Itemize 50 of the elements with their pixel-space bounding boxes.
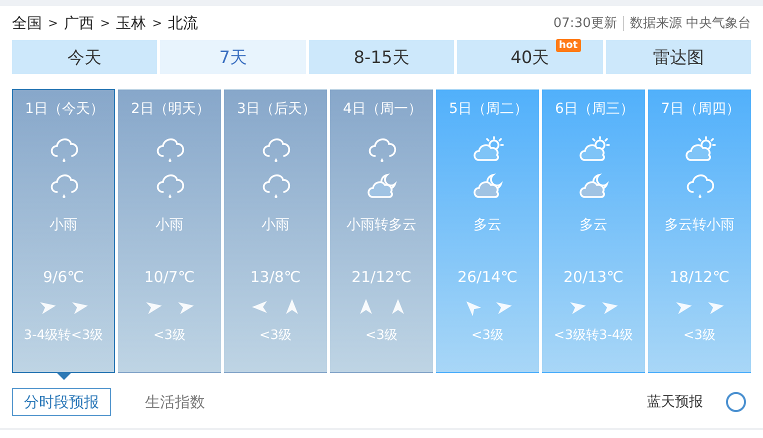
circle-icon[interactable] <box>725 391 747 413</box>
forecast-tab[interactable]: 7天 <box>160 40 306 74</box>
breadcrumb-separator: > <box>152 16 162 30</box>
breadcrumb-separator: > <box>48 16 58 30</box>
temperature: 10/7℃ <box>144 268 195 286</box>
breadcrumb-link[interactable]: 全国 <box>12 14 42 32</box>
data-source: 数据来源 中央气象台 <box>630 15 751 32</box>
breadcrumb-link[interactable]: 北流 <box>168 14 198 32</box>
day-card[interactable]: 4日（周一） 小雨转多云 21/12℃ <3级 <box>330 89 433 373</box>
update-time: 07:30更新 <box>553 15 617 32</box>
day-date: 1日（今天） <box>25 100 104 118</box>
wind-level: <3级 <box>153 327 186 344</box>
breadcrumb-link[interactable]: 玉林 <box>116 14 146 32</box>
wind-level: <3级 <box>683 327 716 344</box>
day-card[interactable]: 2日（明天） 小雨 10/7℃ <3级 <box>118 89 221 373</box>
temperature: 18/12℃ <box>669 268 730 286</box>
temperature: 21/12℃ <box>351 268 412 286</box>
weather-text: 小雨转多云 <box>346 216 416 234</box>
temperature: 20/13℃ <box>563 268 624 286</box>
forecast-tab[interactable]: 今天 <box>12 40 158 74</box>
breadcrumb-link[interactable]: 广西 <box>64 14 94 32</box>
selection-pointer <box>56 372 72 380</box>
day-date: 4日（周一） <box>343 100 422 118</box>
forecast-tab[interactable]: 40天 hot <box>457 40 603 74</box>
day-date: 6日（周三） <box>555 100 634 118</box>
temperature: 9/6℃ <box>43 268 84 286</box>
wind-level: <3级 <box>365 327 398 344</box>
weather-text: 小雨 <box>50 216 78 234</box>
section-tab[interactable]: 分时段预报 <box>12 388 111 416</box>
weather-text: 多云 <box>580 216 608 234</box>
weather-text: 多云 <box>474 216 502 234</box>
forecast-tab[interactable]: 8-15天 <box>308 40 454 74</box>
wind-level: 3-4级转<3级 <box>24 327 104 344</box>
weather-text: 小雨 <box>156 216 184 234</box>
temperature: 26/14℃ <box>457 268 518 286</box>
breadcrumb-separator: > <box>100 16 110 30</box>
temperature: 13/8℃ <box>250 268 301 286</box>
weather-text: 多云转小雨 <box>664 216 734 234</box>
wind-level: <3级 <box>471 327 504 344</box>
day-card[interactable]: 3日（后天） 小雨 13/8℃ <3级 <box>224 89 327 373</box>
day-date: 2日（明天） <box>131 100 210 118</box>
forecast-link[interactable]: 蓝天预报 <box>647 393 703 411</box>
forecast-tab[interactable]: 雷达图 <box>606 40 752 74</box>
wind-level: <3级转3-4级 <box>554 327 634 344</box>
day-date: 5日（周二） <box>449 100 528 118</box>
wind-level: <3级 <box>259 327 292 344</box>
hot-badge: hot <box>556 39 581 52</box>
day-date: 3日（后天） <box>237 100 316 118</box>
weather-text: 小雨 <box>262 216 290 234</box>
day-date: 7日（周四） <box>661 100 740 118</box>
